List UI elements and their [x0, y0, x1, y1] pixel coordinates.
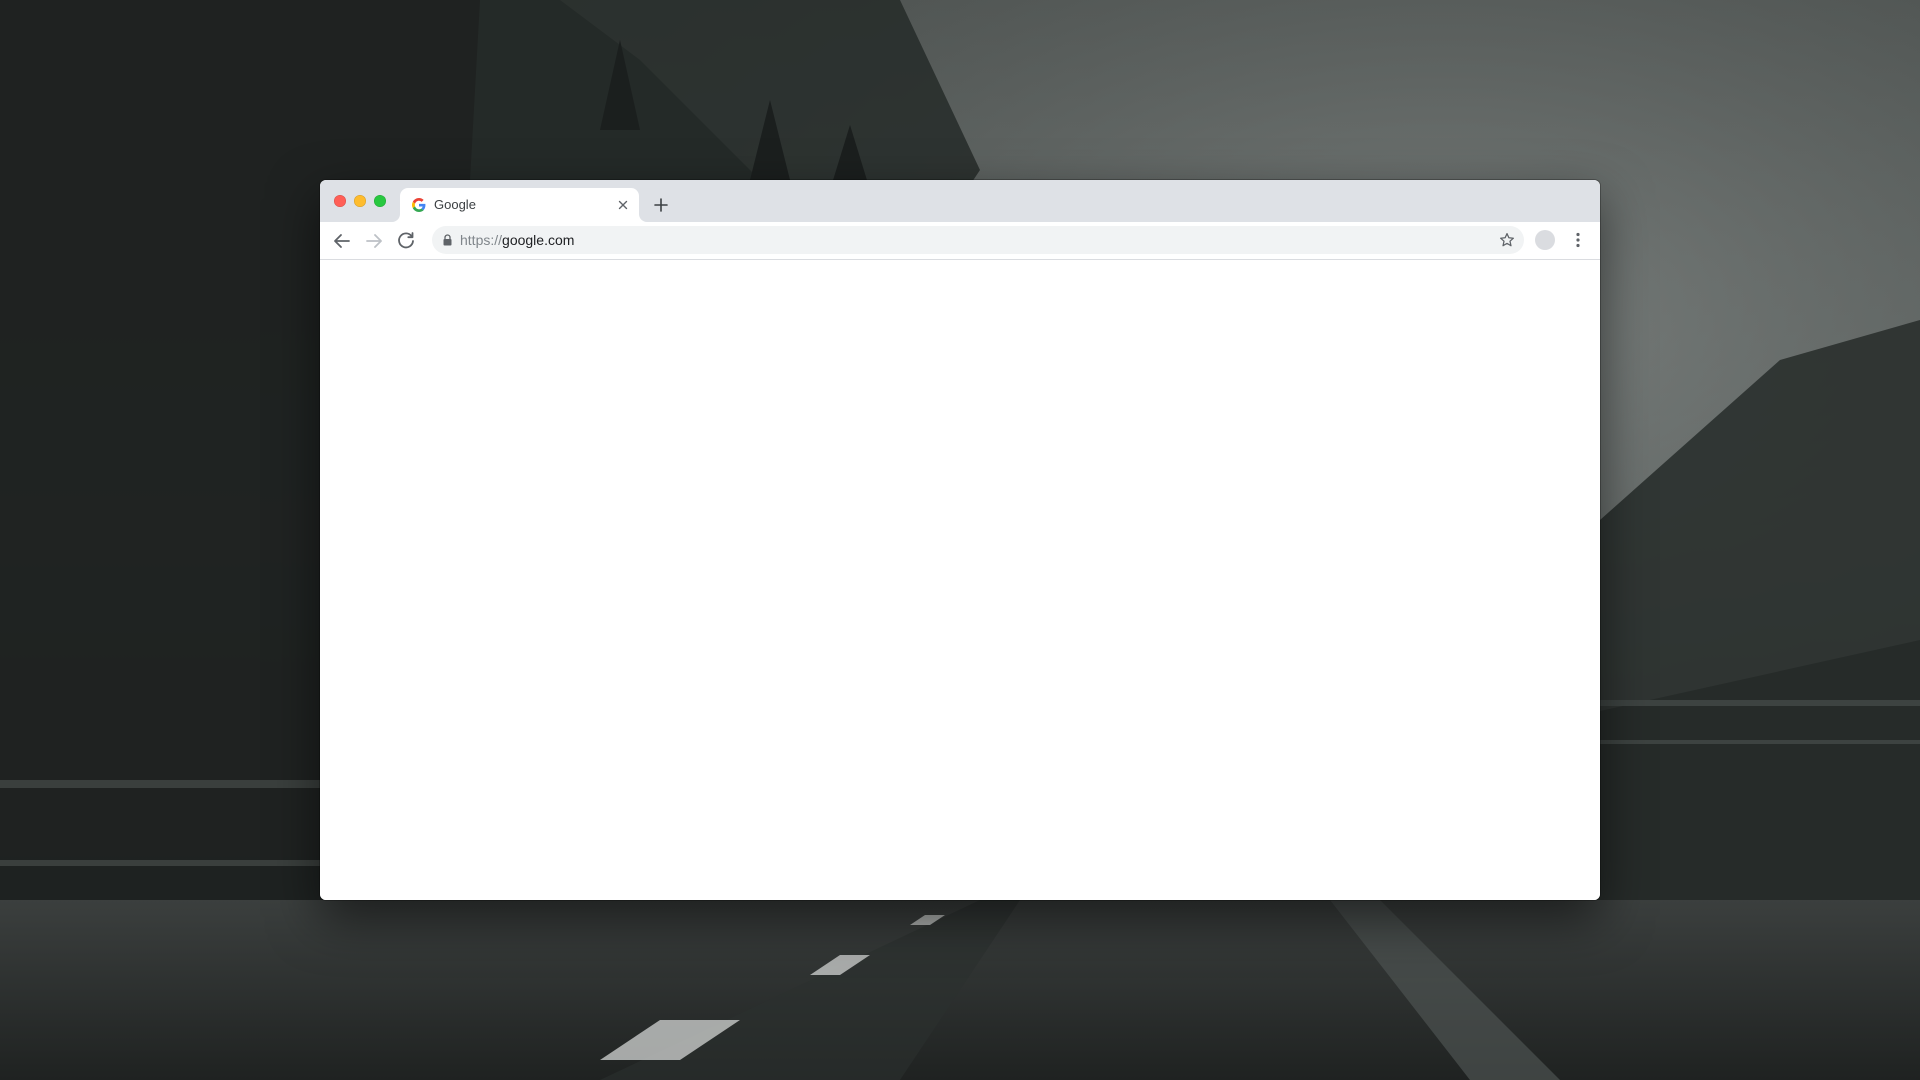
browser-window: Google https://google.com: [320, 180, 1600, 900]
url-text[interactable]: https://google.com: [460, 232, 574, 248]
arrow-right-icon: [366, 234, 382, 248]
page-content[interactable]: [320, 260, 1600, 900]
forward-button[interactable]: [362, 229, 386, 253]
reload-icon: [398, 232, 414, 249]
window-zoom-button[interactable]: [374, 195, 386, 207]
tab-title: Google: [434, 197, 476, 212]
url-host: google.com: [502, 232, 575, 248]
window-close-button[interactable]: [334, 195, 346, 207]
google-g-icon: [412, 198, 426, 212]
tab-google[interactable]: Google: [400, 188, 639, 222]
new-tab-plus-icon[interactable]: [650, 194, 672, 216]
window-minimize-button[interactable]: [354, 195, 366, 207]
star-outline-icon[interactable]: [1498, 231, 1516, 249]
avatar[interactable]: [1535, 230, 1555, 250]
tab-strip: Google: [320, 180, 1600, 222]
kebab-menu-icon[interactable]: [1568, 230, 1588, 250]
back-button[interactable]: [330, 229, 354, 253]
reload-button[interactable]: [394, 229, 418, 253]
address-bar[interactable]: https://google.com: [432, 226, 1524, 254]
lock-icon[interactable]: [442, 234, 453, 246]
close-icon[interactable]: [615, 197, 631, 213]
desktop: Google https://google.com: [0, 0, 1920, 1080]
url-scheme: https://: [460, 232, 503, 248]
toolbar: https://google.com: [320, 222, 1600, 260]
arrow-left-icon: [334, 234, 350, 248]
